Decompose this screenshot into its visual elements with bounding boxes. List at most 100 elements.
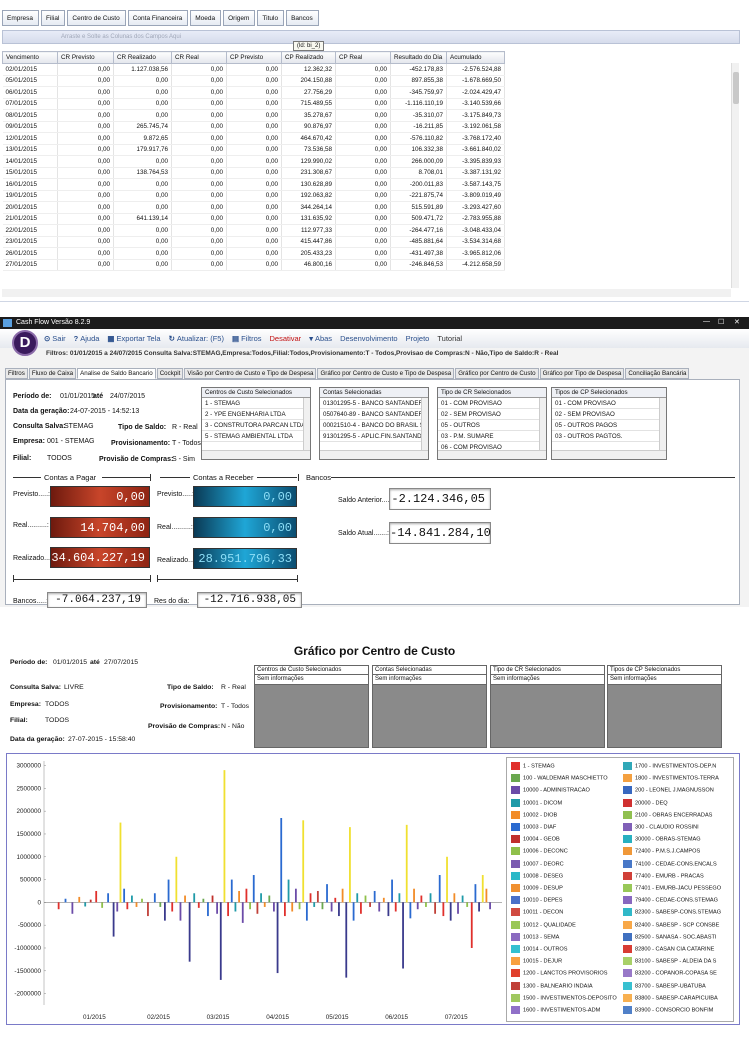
table-row[interactable]: 23/01/2015 0,00 0,00 0,00 0,00 415.447,86 0,00… — [2, 236, 505, 248]
legend-item: 83100 - SABESP - ALDEIA DA S — [623, 957, 731, 966]
list-item[interactable]: 91301295-5 - APLIC.FIN.SANTANDER — [320, 431, 428, 442]
table-row[interactable]: 26/01/2015 0,00 0,00 0,00 0,00 205.433,23 0,00… — [2, 247, 505, 260]
toolbar-button[interactable]: ▤ Filtros — [232, 334, 262, 343]
list-hscrollbar[interactable] — [552, 450, 666, 459]
column-header[interactable]: CP Previsto — [226, 51, 282, 64]
tab-6[interactable]: Gráfico por Centro de Custo — [455, 368, 539, 379]
column-header[interactable]: CP Realizado — [281, 51, 336, 64]
toolbar-button[interactable]: Projeto — [406, 334, 430, 343]
list-item[interactable]: 01 - COM PROVISAO — [552, 398, 666, 409]
selection-list[interactable]: Centros de Custo Selecionados 1 - STEMAG 2… — [201, 387, 311, 460]
tab-7[interactable]: Gráfico por Tipo de Despesa — [539, 368, 625, 379]
column-header[interactable]: Resultado do Dia — [390, 51, 447, 64]
list-item[interactable]: 05 - OUTROS — [438, 420, 546, 431]
toolbar-button[interactable]: Desenvolvimento — [340, 334, 398, 343]
table-row[interactable]: 14/01/2015 0,00 0,00 0,00 0,00 129.990,02 0,00… — [2, 155, 505, 168]
tab-4[interactable]: Visão por Centro de Custo e Tipo de Desp… — [184, 368, 317, 379]
maximize-icon[interactable]: ☐ — [718, 318, 724, 326]
minimize-icon[interactable]: — — [703, 318, 710, 325]
list-scrollbar[interactable] — [659, 398, 666, 450]
toolbar-button[interactable]: Tutorial — [437, 334, 462, 343]
toolbar-button[interactable]: Desativar — [270, 334, 302, 343]
close-icon[interactable]: ✕ — [734, 318, 740, 326]
table-row[interactable]: 27/01/2015 0,00 0,00 0,00 0,00 46.800,16 0,00-… — [2, 259, 505, 271]
horizontal-scrollbar[interactable] — [2, 289, 731, 297]
tab-8[interactable]: Conciliação Bancária — [625, 368, 690, 379]
toolbar-button[interactable]: ▾ Abas — [309, 334, 332, 343]
table-row[interactable]: 22/01/2015 0,00 0,00 0,00 0,00 112.977,33 0,00… — [2, 224, 505, 237]
toolbar-button[interactable]: ? Ajuda — [74, 334, 100, 343]
list-item[interactable]: 00021510-4 - BANCO DO BRASIL S/A — [320, 420, 428, 431]
group-tab[interactable]: Titulo — [257, 10, 285, 26]
column-header[interactable]: Acumulado — [446, 51, 505, 64]
list-item[interactable]: 05 - OUTROS PAGOS — [552, 420, 666, 431]
group-tab[interactable]: Moeda — [190, 10, 222, 26]
table-row[interactable]: 16/01/2015 0,00 0,00 0,00 0,00 130.628,89 0,00… — [2, 178, 505, 191]
list-scrollbar[interactable] — [539, 398, 546, 450]
toolbar-label: Exportar Tela — [116, 334, 161, 343]
list-item[interactable]: 01 - COM PROVISAO — [438, 398, 546, 409]
list-item[interactable]: 02 - SEM PROVISAO — [438, 409, 546, 420]
table-row[interactable]: 19/01/2015 0,00 0,00 0,00 0,00 192.063,82 0,00… — [2, 190, 505, 202]
column-header[interactable]: CP Real — [335, 51, 391, 64]
table-row[interactable]: 02/01/2015 0,00 1.127.038,56 0,00 0,00 12.362… — [2, 63, 505, 76]
list-hscrollbar[interactable] — [202, 450, 310, 459]
bar — [453, 893, 456, 903]
table-row[interactable]: 07/01/2015 0,00 0,00 0,00 0,00 715.489,55 0,00… — [2, 98, 505, 110]
tab-5[interactable]: Gráfico por Centro de Custo e Tipo de De… — [317, 368, 455, 379]
group-drop-area[interactable]: Arraste e Solte as Colunas dos Campos Aq… — [2, 30, 740, 44]
receber-realizado-value: 28.951.796,33 — [193, 548, 297, 569]
list-item[interactable]: 2 - YPE ENGENHARIA LTDA — [202, 409, 310, 420]
list-scrollbar[interactable] — [303, 398, 310, 450]
tab-3[interactable]: Cockpit — [156, 368, 184, 379]
group-tab[interactable]: Empresa — [2, 10, 40, 26]
table-row[interactable]: 09/01/2015 0,00 265.745,74 0,00 0,00 90.876,9… — [2, 121, 505, 133]
column-header[interactable]: CR Previsto — [57, 51, 114, 64]
toolbar-button[interactable]: ↻ Atualizar: (F5) — [169, 334, 224, 343]
table-row[interactable]: 08/01/2015 0,00 0,00 0,00 0,00 35.278,67 0,00-… — [2, 109, 505, 122]
toolbar-button[interactable]: ⊙ Sair — [44, 334, 66, 343]
x-tick-label: 06/2015 — [385, 1014, 408, 1021]
group-tab[interactable]: Conta Financeira — [127, 10, 189, 26]
selection-list[interactable]: Tipos de CP Selecionados 01 - COM PROVISA… — [551, 387, 667, 460]
list-item[interactable]: 03 - P.M. SUMARE — [438, 431, 546, 442]
table-cell: 0,00 — [113, 178, 172, 191]
list-item[interactable]: 3 - CONSTRUTORA PARCAN LTDA — [202, 420, 310, 431]
tab-2[interactable]: Analise de Saldo Bancario — [77, 368, 156, 379]
toolbar-button[interactable]: ▦ Exportar Tela — [107, 334, 160, 343]
list-item[interactable]: 0507640-89 - BANCO SANTANDER S/ — [320, 409, 428, 420]
group-tab[interactable]: Centro de Custo — [67, 10, 126, 26]
bar-chart: 3000000 2500000 2000000 1500000 1000000 50000… — [14, 761, 502, 1021]
table-row[interactable]: 06/01/2015 0,00 0,00 0,00 0,00 27.756,29 0,00-… — [2, 86, 505, 99]
x-tick-label: 02/2015 — [147, 1014, 170, 1021]
table-cell: 0,00 — [226, 144, 282, 156]
tab-1[interactable]: Fluxo de Caixa — [28, 368, 77, 379]
list-hscrollbar[interactable] — [320, 450, 428, 459]
list-item[interactable]: 5 - STEMAG AMBIENTAL LTDA — [202, 431, 310, 442]
group-tab[interactable]: Origem — [223, 10, 256, 26]
table-row[interactable]: 21/01/2015 0,00 641.139,14 0,00 0,00 131.635,… — [2, 213, 505, 225]
table-row[interactable]: 15/01/2015 0,00 138.764,53 0,00 0,00 231.308,… — [2, 167, 505, 179]
scrollbar-thumb[interactable] — [733, 72, 739, 104]
list-scrollbar[interactable] — [421, 398, 428, 450]
list-item[interactable]: 03 - OUTROS PAGTOS. — [552, 431, 666, 442]
tab-0[interactable]: Filtros — [5, 368, 28, 379]
list-item[interactable]: 1 - STEMAG — [202, 398, 310, 409]
selection-list[interactable]: Contas Selecionadas 01301295-5 - BANCO SA… — [319, 387, 429, 460]
table-row[interactable]: 13/01/2015 0,00 179.917,76 0,00 0,00 73.536,5… — [2, 144, 505, 156]
group-tab[interactable]: Filial — [41, 10, 66, 26]
bar — [216, 902, 219, 914]
list-hscrollbar[interactable] — [438, 450, 546, 459]
list-item[interactable]: 02 - SEM PROVISAO — [552, 409, 666, 420]
group-tab[interactable]: Bancos — [286, 10, 319, 26]
column-header[interactable]: CR Real — [171, 51, 227, 64]
list-item[interactable]: 01301295-5 - BANCO SANTANDER S/A — [320, 398, 428, 409]
vertical-scrollbar[interactable] — [731, 63, 739, 288]
table-row[interactable]: 05/01/2015 0,00 0,00 0,00 0,00 204.150,88 0,00… — [2, 75, 505, 87]
column-header[interactable]: Vencimento — [2, 51, 58, 64]
table-row[interactable]: 20/01/2015 0,00 0,00 0,00 0,00 344.264,14 0,00… — [2, 201, 505, 214]
bar — [356, 893, 359, 903]
column-header[interactable]: CR Realizado — [113, 51, 172, 64]
selection-list[interactable]: Tipo de CR Selecionados 01 - COM PROVISAO… — [437, 387, 547, 460]
table-row[interactable]: 12/01/2015 0,00 9.872,65 0,00 0,00 464.670,42… — [2, 132, 505, 145]
